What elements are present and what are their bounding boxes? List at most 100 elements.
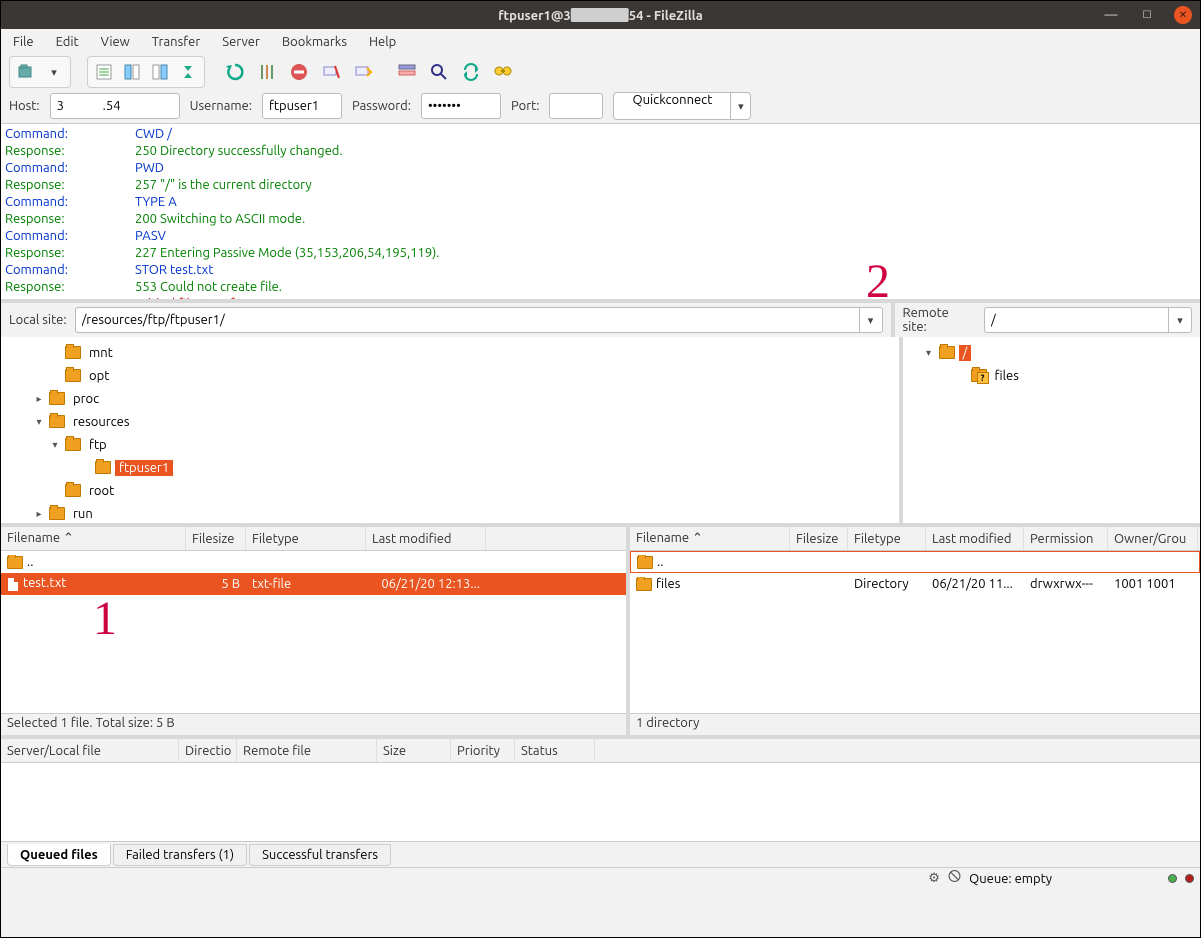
tree-node[interactable]: ▸proc (1, 387, 899, 410)
file-row[interactable]: .. (630, 551, 1200, 573)
password-input[interactable] (421, 93, 501, 119)
menu-server[interactable]: Server (222, 35, 260, 49)
remote-tree[interactable]: ▾/files (903, 337, 1201, 523)
username-input[interactable] (262, 93, 342, 119)
compare-button[interactable] (425, 59, 453, 85)
expander-icon[interactable]: ▾ (923, 347, 935, 359)
site-manager-button[interactable] (12, 59, 40, 85)
refresh-button[interactable] (221, 59, 249, 85)
tree-node[interactable]: ▾resources (1, 410, 899, 433)
toggle-queue-icon[interactable] (174, 59, 202, 85)
statusbar: ⚙ 🛇 Queue: empty (1, 867, 1200, 889)
site-manager-dropdown[interactable] (40, 59, 68, 85)
tree-node[interactable]: mnt (1, 341, 899, 364)
reconnect-button[interactable] (349, 59, 377, 85)
local-list-body[interactable]: ..test.txt5 Btxt-file06/21/20 12:13...1 (1, 551, 626, 713)
activity-led-recv (1185, 874, 1194, 883)
menu-file[interactable]: File (13, 35, 34, 49)
expander-icon[interactable]: ▸ (33, 508, 45, 520)
col-remote-file[interactable]: Remote file (237, 739, 377, 762)
tree-node[interactable]: ▸run (1, 502, 899, 523)
col-status[interactable]: Status (515, 739, 595, 762)
process-queue-icon[interactable] (253, 59, 281, 85)
file-row[interactable]: filesDirectory06/21/20 11...drwxrwx---10… (630, 573, 1200, 595)
tree-node[interactable]: files (903, 364, 1201, 387)
remote-list-body[interactable]: ..filesDirectory06/21/20 11...drwxrwx---… (630, 551, 1200, 713)
minimize-button[interactable]: — (1102, 6, 1120, 24)
menu-transfer[interactable]: Transfer (152, 35, 201, 49)
tree-node[interactable]: opt (1, 364, 899, 387)
file-row[interactable]: .. (1, 551, 626, 573)
col-lastmod[interactable]: Last modified (366, 527, 486, 550)
expander-icon[interactable]: ▸ (33, 393, 45, 405)
cancel-button[interactable] (285, 59, 313, 85)
host-input[interactable] (50, 93, 180, 119)
col-owner[interactable]: Owner/Grou (1108, 527, 1198, 550)
message-log[interactable]: Command:CWD /Response:250 Directory succ… (1, 123, 1200, 303)
gear-icon[interactable]: ⚙ (928, 871, 940, 886)
queue-header[interactable]: Server/Local file Directio Remote file S… (1, 739, 1200, 763)
file-icon (7, 577, 19, 592)
tree-node[interactable]: ftpuser1 (1, 456, 899, 479)
window-titlebar: ftpuser1@354 - FileZilla — ☐ (1, 1, 1200, 29)
remote-site-dropdown[interactable] (1168, 307, 1192, 333)
col-filesize[interactable]: Filesize (186, 527, 246, 550)
local-site-dropdown[interactable] (859, 307, 883, 333)
node-label: / (959, 345, 972, 361)
queue-tab[interactable]: Queued files (7, 844, 111, 866)
chevron-down-icon (868, 313, 874, 327)
expander-icon[interactable]: ▾ (49, 439, 61, 451)
remote-status: 1 directory (630, 713, 1200, 735)
col-filesize[interactable]: Filesize (790, 527, 848, 550)
folder-icon (65, 438, 81, 451)
disconnect-button[interactable] (317, 59, 345, 85)
col-direction[interactable]: Directio (179, 739, 237, 762)
expander-icon[interactable]: ▾ (33, 416, 45, 428)
tree-node[interactable]: ▾ftp (1, 433, 899, 456)
col-lastmod[interactable]: Last modified (926, 527, 1024, 550)
close-button[interactable] (1174, 6, 1192, 24)
col-size[interactable]: Size (377, 739, 451, 762)
filter-button[interactable] (393, 59, 421, 85)
col-filename[interactable]: Filename ⌃ (1, 527, 186, 550)
tree-node[interactable]: ▾/ (903, 341, 1201, 364)
password-label: Password: (352, 99, 411, 113)
col-server-file[interactable]: Server/Local file (1, 739, 179, 762)
menu-bookmarks[interactable]: Bookmarks (282, 35, 347, 49)
log-line: Command:CWD / (5, 126, 1196, 143)
log-line: Command:PASV (5, 228, 1196, 245)
local-list-header[interactable]: Filename ⌃ Filesize Filetype Last modifi… (1, 527, 626, 551)
activity-led-send (1168, 874, 1177, 883)
sync-browse-button[interactable] (457, 59, 485, 85)
col-permission[interactable]: Permission (1024, 527, 1108, 550)
maximize-button[interactable]: ☐ (1138, 6, 1156, 24)
toolbar (1, 55, 1200, 89)
log-line: Error:Critical file transfer error (5, 296, 1196, 303)
col-filename[interactable]: Filename ⌃ (630, 527, 790, 550)
quickconnect-bar: Host: Username: Password: Port: Quickcon… (1, 89, 1200, 123)
remote-list-header[interactable]: Filename ⌃ Filesize Filetype Last modifi… (630, 527, 1200, 551)
queue-tab[interactable]: Failed transfers (1) (113, 844, 247, 866)
toggle-local-tree-icon[interactable] (118, 59, 146, 85)
port-input[interactable] (549, 93, 603, 119)
queue-tab[interactable]: Successful transfers (249, 844, 391, 866)
local-tree[interactable]: mntopt▸proc▾resources▾ftpftpuser1root▸ru… (1, 337, 899, 523)
local-site-input[interactable] (75, 307, 859, 333)
toggle-log-icon[interactable] (90, 59, 118, 85)
toggle-remote-tree-icon[interactable] (146, 59, 174, 85)
menu-help[interactable]: Help (369, 35, 396, 49)
col-filetype[interactable]: Filetype (848, 527, 926, 550)
file-row[interactable]: test.txt5 Btxt-file06/21/20 12:13... (1, 573, 626, 595)
quickconnect-dropdown[interactable] (731, 92, 751, 120)
search-button[interactable] (489, 59, 517, 85)
quickconnect-button[interactable]: Quickconnect (613, 92, 731, 120)
tree-node[interactable]: root (1, 479, 899, 502)
remote-file-list: Filename ⌃ Filesize Filetype Last modifi… (630, 523, 1200, 735)
folder-icon (971, 369, 987, 382)
menu-view[interactable]: View (101, 35, 130, 49)
remote-site-input[interactable] (984, 307, 1168, 333)
col-priority[interactable]: Priority (451, 739, 515, 762)
menu-edit[interactable]: Edit (56, 35, 79, 49)
col-filetype[interactable]: Filetype (246, 527, 366, 550)
redacted-host (571, 8, 629, 22)
